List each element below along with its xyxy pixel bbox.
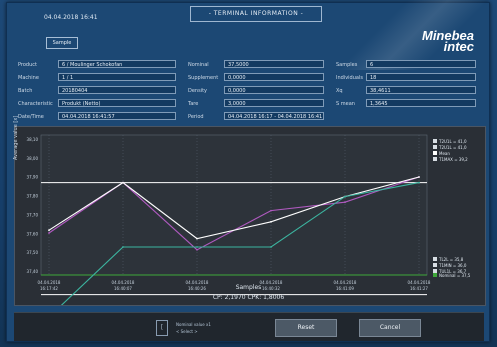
series-point-min — [344, 195, 346, 198]
field-samples: 6 — [366, 60, 476, 68]
field-xq: 38,4611 — [366, 86, 476, 94]
legend-top-item-swatch — [433, 151, 437, 155]
series-point-max — [270, 209, 272, 212]
nav-line1: Nominal value x1 — [176, 322, 211, 327]
label-density: Density — [188, 88, 208, 94]
series-point-min — [418, 181, 420, 184]
series-point-max — [344, 201, 346, 204]
legend-bottom-item-text: T1MIN = 36,0 — [438, 263, 467, 268]
chart-panel: 38,10 38,00 37,90 37,80 37,70 37,60 37,50 37,40… — [14, 126, 486, 318]
y-tick-label: 38,10 — [27, 137, 39, 142]
series-point-mean — [48, 229, 50, 232]
label-batch: Batch — [18, 88, 33, 94]
series-point-mean — [270, 220, 272, 223]
field-product: 6 / Moulinger Schokofan — [58, 60, 176, 68]
legend-top-item-text: T2U1L = 41,0 — [438, 145, 467, 150]
label-supplement: Supplement — [188, 75, 219, 81]
label-nominal: Nominal — [188, 62, 209, 68]
series-point-mean — [196, 237, 198, 240]
field-nominal: 37,5000 — [224, 60, 324, 68]
field-individuals: 18 — [366, 73, 476, 81]
label-smean: S mean — [336, 101, 355, 107]
field-period: 04.04.2018 16:17 - 04.04.2018 16:41 — [224, 112, 324, 120]
field-tare: 3,0000 — [224, 99, 324, 107]
label-machine: Machine — [18, 75, 39, 81]
info-panel: Product 6 / Moulinger Schokofan Machine … — [0, 58, 497, 128]
y-tick-label: 37,80 — [27, 194, 39, 199]
label-product: Product — [18, 62, 37, 68]
y-tick-label: 37,70 — [27, 212, 39, 217]
label-samples: Samples — [336, 62, 358, 68]
header-datetime: 04.04.2018 16:41 — [44, 14, 98, 21]
y-tick-label: 37,40 — [27, 269, 39, 274]
reset-button[interactable]: Reset — [275, 319, 337, 337]
average-chart: 38,10 38,00 37,90 37,80 37,70 37,60 37,50 37,40… — [27, 134, 471, 318]
legend-bottom-item-swatch — [433, 269, 437, 273]
field-density: 0,0000 — [224, 86, 324, 94]
label-period: Period — [188, 114, 204, 120]
legend-bottom-item-text: TUL1L = 36,7 — [438, 269, 467, 274]
field-datetime: 04.04.2018 16:41:57 — [58, 112, 176, 120]
page-title: - TERMINAL INFORMATION - — [190, 6, 322, 22]
series-point-max — [196, 248, 198, 251]
y-tick-label: 37,60 — [27, 231, 39, 236]
field-batch: 20180404 — [58, 86, 176, 94]
y-tick-label: 37,90 — [27, 175, 39, 180]
legend-nominal-swatch — [433, 273, 437, 277]
series-point-mean — [122, 181, 124, 184]
cp-cpk-readout: CP: 2,1970 CPK: 1,8006 — [212, 294, 285, 301]
field-characteristic: Produkt (Netto) — [58, 99, 176, 107]
legend-bottom-item-text: TL2L = 35,8 — [438, 257, 464, 262]
chart-xlabel: Samples — [235, 284, 262, 291]
y-tick-label: 37,50 — [27, 250, 39, 255]
legend-top-item-swatch — [433, 139, 437, 143]
label-xq: Xq — [336, 88, 343, 94]
label-datetime: Date/Time — [18, 114, 44, 120]
nav-bracket-icon[interactable]: [ — [156, 320, 168, 336]
y-tick-label: 38,00 — [27, 156, 39, 161]
series-point-mean — [418, 176, 420, 178]
legend-bottom-item-swatch — [433, 257, 437, 261]
field-supplement: 0,0000 — [224, 73, 324, 81]
cancel-button[interactable]: Cancel — [359, 319, 421, 337]
series-point-min — [196, 246, 198, 248]
label-tare: Tare — [188, 101, 199, 107]
label-characteristic: Characteristic — [18, 101, 53, 107]
sample-button[interactable]: Sample — [46, 37, 78, 49]
nav-line2: < Select > — [176, 329, 198, 334]
label-individuals: Individuals — [336, 75, 363, 81]
field-machine: 1 / 1 — [58, 73, 176, 81]
device-frame: 04.04.2018 16:41 - TERMINAL INFORMATION … — [0, 0, 497, 347]
legend-top-item-swatch — [433, 157, 437, 161]
series-point-min — [270, 246, 272, 248]
field-smean: 1,3645 — [366, 99, 476, 107]
series-point-min — [122, 246, 124, 248]
series-point-max — [48, 232, 50, 234]
legend-top-item-text: T1MAX = 39,2 — [438, 157, 468, 162]
brand-logo: Minebea intec — [374, 29, 474, 53]
legend-top-item-swatch — [433, 145, 437, 149]
legend-bottom-item-swatch — [433, 263, 437, 267]
nav-selector[interactable]: Nominal value x1 < Select > — [176, 321, 211, 335]
plot-background — [40, 134, 428, 276]
legend-top-item-text: Mean — [439, 151, 450, 156]
legend-top-item-text: T2U1L = 41,0 — [438, 139, 467, 144]
chart-ylabel: Average value [x] — [13, 115, 19, 160]
